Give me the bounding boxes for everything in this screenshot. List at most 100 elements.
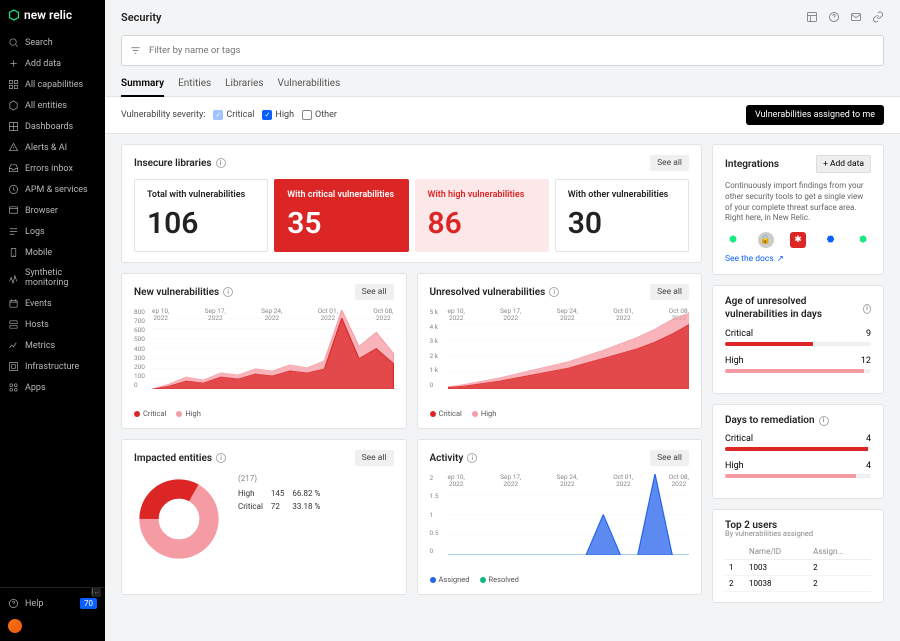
alert-icon <box>8 142 19 153</box>
browser-icon <box>8 205 19 216</box>
help-icon <box>8 598 19 609</box>
tab-vulnerabilities[interactable]: Vulnerabilities <box>278 74 341 96</box>
unresolved-vulnerabilities-card: Unresolved vulnerabilitiesi See all 5 k4… <box>417 273 703 429</box>
stat-card[interactable]: With critical vulnerabilities35 <box>274 179 408 252</box>
sidebar-item-apm-services[interactable]: APM & services <box>0 179 105 200</box>
info-icon[interactable]: i <box>216 453 226 463</box>
brand-logo[interactable]: new relic <box>0 0 105 32</box>
sidebar-item-logs[interactable]: Logs <box>0 221 105 242</box>
stat-card[interactable]: With other vulnerabilities30 <box>555 179 689 252</box>
share-icon[interactable] <box>872 8 884 27</box>
impacted-entities-card: Impacted entitiesi See all (217) <box>121 439 407 595</box>
check-critical[interactable]: ✓Critical <box>213 110 254 120</box>
plus-icon <box>8 58 19 69</box>
tab-entities[interactable]: Entities <box>178 74 211 96</box>
see-all-button[interactable]: See all <box>355 450 394 466</box>
check-other[interactable]: Other <box>302 110 337 120</box>
top-icons <box>806 8 884 27</box>
search-icon <box>8 37 19 48</box>
sidebar-item-add-data[interactable]: Add data <box>0 53 105 74</box>
info-icon[interactable]: i <box>216 158 226 168</box>
grid-icon <box>8 79 19 90</box>
integration-icon[interactable]: ⬣ <box>823 232 839 248</box>
stat-card[interactable]: With high vulnerabilities86 <box>415 179 549 252</box>
info-icon[interactable]: i <box>549 287 559 297</box>
see-all-button[interactable]: See all <box>650 284 689 300</box>
help-top-icon[interactable] <box>828 8 840 27</box>
sidebar-item-dashboards[interactable]: Dashboards <box>0 116 105 137</box>
insecure-libraries-card: Insecure libraries i See all Total with v… <box>121 144 702 263</box>
hex-icon <box>8 100 19 111</box>
tab-summary[interactable]: Summary <box>121 74 164 97</box>
sidebar-collapse[interactable]: |← <box>91 587 101 597</box>
filter-search[interactable] <box>121 35 884 66</box>
check-high[interactable]: ✓High <box>262 110 294 120</box>
logs-icon <box>8 226 19 237</box>
integration-icon[interactable]: ⬢ <box>855 232 871 248</box>
sidebar-help-label: Help <box>25 599 43 609</box>
sidebar-item-errors-inbox[interactable]: Errors inbox <box>0 158 105 179</box>
sidebar-item-search[interactable]: Search <box>0 32 105 53</box>
docs-link[interactable]: See the docs↗ <box>725 254 871 264</box>
severity-label: Vulnerability severity: <box>121 110 205 120</box>
hosts-icon <box>8 319 19 330</box>
info-icon[interactable]: i <box>223 287 233 297</box>
events-icon <box>8 298 19 309</box>
dashboard-icon[interactable] <box>806 8 818 27</box>
assigned-to-me-button[interactable]: Vulnerabilities assigned to me <box>746 105 884 125</box>
tabs: Summary Entities Libraries Vulnerabilities <box>105 74 900 97</box>
page-title: Security <box>121 11 161 24</box>
inbox-icon <box>8 163 19 174</box>
remediation-card: Days to remediationi Critical4High4 <box>712 404 884 499</box>
card-title: Insecure libraries <box>134 158 212 169</box>
main-panel: Security Summary Entities Libraries Vulnera… <box>105 0 900 641</box>
sidebar-item-synthetic-monitoring[interactable]: Synthetic monitoring <box>0 263 105 293</box>
activity-card: Activityi See all 21.510.50ep 10,2022Sep… <box>417 439 703 595</box>
integrations-card: Integrations +Add data Continuously impo… <box>712 144 884 275</box>
see-all-button[interactable]: See all <box>650 155 689 171</box>
dashboard-icon <box>8 121 19 132</box>
sidebar-item-alerts-ai[interactable]: Alerts & AI <box>0 137 105 158</box>
new-vulnerabilities-card: New vulnerabilitiesi See all 80070060050… <box>121 273 407 429</box>
table-row[interactable]: 2100382 <box>725 576 871 592</box>
sidebar-item-apps[interactable]: Apps <box>0 377 105 398</box>
tab-libraries[interactable]: Libraries <box>225 74 263 96</box>
mail-icon[interactable] <box>850 8 862 27</box>
add-data-button[interactable]: +Add data <box>816 155 871 173</box>
sidebar-item-browser[interactable]: Browser <box>0 200 105 221</box>
sidebar-item-metrics[interactable]: Metrics <box>0 335 105 356</box>
apps-icon <box>8 382 19 393</box>
sidebar-item-infrastructure[interactable]: Infrastructure <box>0 356 105 377</box>
sidebar-help[interactable]: Help <box>8 598 43 609</box>
sidebar-item-all-capabilities[interactable]: All capabilities <box>0 74 105 95</box>
integration-icon[interactable]: ✱ <box>790 232 806 248</box>
age-card: Age of unresolved vulnerabilities in day… <box>712 285 884 394</box>
sidebar-item-all-entities[interactable]: All entities <box>0 95 105 116</box>
integration-icon[interactable]: ⬢ <box>725 232 741 248</box>
apm-icon <box>8 184 19 195</box>
info-icon[interactable]: i <box>819 416 829 426</box>
info-icon[interactable]: i <box>863 304 871 314</box>
metrics-icon <box>8 340 19 351</box>
synth-icon <box>8 273 19 284</box>
integration-icon[interactable]: 🔒 <box>758 232 774 248</box>
info-icon[interactable]: i <box>467 453 477 463</box>
stat-card[interactable]: Total with vulnerabilities106 <box>134 179 268 252</box>
brand-name: new relic <box>24 8 72 22</box>
see-all-button[interactable]: See all <box>355 284 394 300</box>
filter-icon <box>130 41 141 60</box>
sidebar: new relic SearchAdd dataAll capabilities… <box>0 0 105 641</box>
search-input[interactable] <box>149 45 875 56</box>
mobile-icon <box>8 247 19 258</box>
table-row[interactable]: 110032 <box>725 560 871 576</box>
sidebar-item-hosts[interactable]: Hosts <box>0 314 105 335</box>
top-users-card: Top 2 users By vulnerabilities assigned … <box>712 509 884 603</box>
help-badge: 70 <box>80 598 97 609</box>
sidebar-item-mobile[interactable]: Mobile <box>0 242 105 263</box>
logo-icon <box>8 9 20 21</box>
infra-icon <box>8 361 19 372</box>
see-all-button[interactable]: See all <box>650 450 689 466</box>
donut-chart <box>134 474 224 564</box>
sidebar-item-events[interactable]: Events <box>0 293 105 314</box>
avatar[interactable] <box>8 619 22 633</box>
